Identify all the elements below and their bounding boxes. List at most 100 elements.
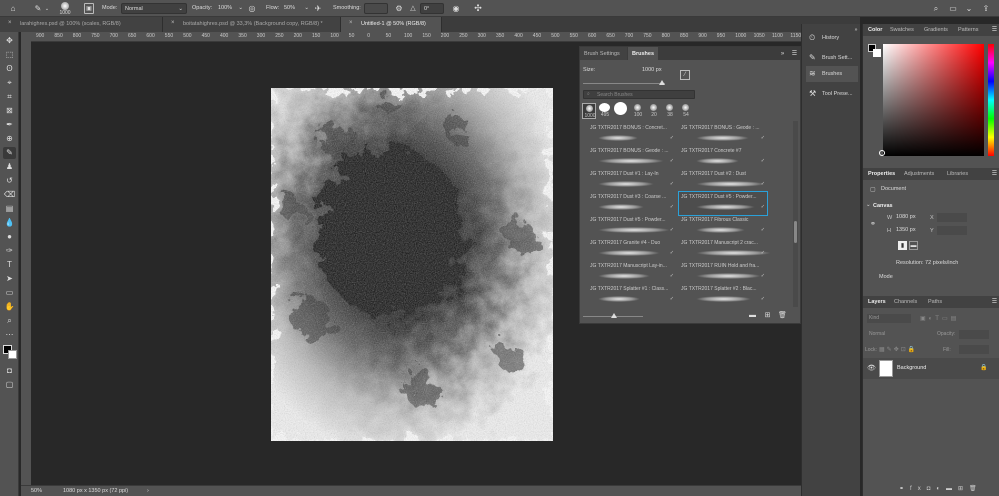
background-color-swatch[interactable] bbox=[873, 49, 881, 57]
chevron-down-icon[interactable]: ⌄ bbox=[866, 202, 871, 208]
brush-item[interactable]: JG TXTR2017 BONUS : Concret... ✓ bbox=[588, 123, 676, 146]
chevron-down-icon[interactable]: ⌄ bbox=[964, 3, 974, 14]
pen-tool-icon[interactable]: ✑ bbox=[3, 245, 16, 257]
path-select-tool-icon[interactable]: ➤ bbox=[3, 273, 16, 285]
eraser-tool-icon[interactable]: ⌫ bbox=[3, 189, 16, 201]
frame-tool-icon[interactable]: ⊠ bbox=[3, 105, 16, 117]
preset-20[interactable]: 20 bbox=[648, 103, 660, 119]
dodge-tool-icon[interactable]: ● bbox=[3, 231, 16, 243]
tab-untitled-1[interactable]: × Untitled-1 @ 50% (RGB/8) bbox=[341, 17, 442, 32]
preset-1000[interactable]: 1000 bbox=[582, 103, 596, 119]
crop-tool-icon[interactable]: ⌗ bbox=[3, 91, 16, 103]
workspace-icon[interactable]: ▭ bbox=[947, 3, 959, 14]
eye-icon[interactable]: 👁 bbox=[867, 364, 876, 372]
stamp-tool-icon[interactable]: ♟ bbox=[3, 161, 16, 173]
brush-item[interactable]: JG TXTR2017 Concrete #7 ✓ bbox=[679, 146, 767, 169]
tab-swatches[interactable]: Swatches bbox=[887, 24, 917, 36]
tab-color[interactable]: Color bbox=[865, 24, 885, 36]
tab-gradients[interactable]: Gradients bbox=[921, 24, 951, 36]
close-icon[interactable]: × bbox=[349, 20, 353, 26]
landscape-orientation-icon[interactable]: ▬ bbox=[909, 241, 918, 250]
brush-item[interactable]: JG TXTR2017 Manuscript 2 crac... ✓ bbox=[679, 238, 771, 261]
preset-38[interactable]: 38 bbox=[664, 103, 676, 119]
pressure-size-icon[interactable]: ◉ bbox=[451, 3, 461, 14]
size-slider[interactable] bbox=[583, 83, 665, 84]
quick-mask-icon[interactable]: ◘ bbox=[3, 365, 16, 377]
history-brush-tool-icon[interactable]: ↺ bbox=[3, 175, 16, 187]
brush-item[interactable]: JG TXTR2017 Manuscript Lay-in... ✓ bbox=[588, 261, 676, 284]
height-field[interactable]: 1350 px bbox=[894, 226, 924, 235]
chevron-right-icon[interactable]: › bbox=[147, 488, 149, 494]
brush-preset-picker[interactable]: 1000 bbox=[56, 1, 74, 16]
trash-icon[interactable]: 🗑 bbox=[778, 311, 787, 320]
search-icon[interactable]: ⌕ bbox=[931, 3, 941, 14]
tab-brushes[interactable]: Brushes bbox=[628, 47, 658, 60]
flow-field[interactable]: 50% ⌄ bbox=[281, 3, 309, 14]
artboard-tool-icon[interactable]: ⬚ bbox=[3, 49, 16, 61]
tab-boitatahighres[interactable]: × boitatahighres.psd @ 33,3% (Background … bbox=[163, 17, 341, 32]
hue-slider[interactable] bbox=[988, 44, 994, 156]
x-field[interactable] bbox=[937, 213, 967, 222]
layer-action-icons[interactable]: ⚭fx◘◐▬⊞🗑 bbox=[899, 485, 983, 492]
edit-toolbar-icon[interactable]: ⋯ bbox=[3, 329, 16, 341]
tab-layers[interactable]: Layers bbox=[865, 296, 889, 308]
brush-item[interactable]: JG TXTR2017 Fibrous Classic ✓ bbox=[679, 215, 767, 238]
preset-100[interactable]: 100 bbox=[632, 103, 644, 119]
brush-tool-icon[interactable]: ✎ bbox=[3, 147, 16, 159]
zoom-level[interactable]: 50% bbox=[31, 488, 42, 494]
brush-item[interactable]: JG TXTR2017 Splatter #1 : Class... ✓ bbox=[588, 284, 676, 307]
brush-settings-panel-button[interactable]: ✎ Brush Sett... bbox=[806, 50, 858, 66]
blur-tool-icon[interactable]: 💧 bbox=[3, 217, 16, 229]
fill-field[interactable] bbox=[959, 345, 989, 354]
history-panel-button[interactable]: ⏲ History bbox=[806, 30, 858, 46]
lock-icons[interactable]: ▦✎✥⊡🔒 bbox=[879, 346, 917, 353]
tab-adjustments[interactable]: Adjustments bbox=[901, 168, 937, 180]
smoothing-field[interactable] bbox=[364, 3, 388, 14]
tab-brush-settings[interactable]: Brush Settings bbox=[580, 47, 627, 60]
screen-mode-icon[interactable]: ▢ bbox=[3, 379, 16, 391]
close-icon[interactable]: × bbox=[8, 20, 12, 26]
gear-icon[interactable]: ⚙ bbox=[394, 3, 404, 14]
pressure-opacity-icon[interactable]: ◎ bbox=[247, 3, 257, 14]
hand-tool-icon[interactable]: ✋ bbox=[3, 301, 16, 313]
size-slider-handle[interactable] bbox=[659, 80, 665, 85]
panel-menu-icon[interactable]: ☰ bbox=[991, 26, 998, 34]
eyedropper-tool-icon[interactable]: ✒ bbox=[3, 119, 16, 131]
home-icon[interactable]: ⌂ bbox=[7, 3, 19, 14]
brush-edit-icon[interactable]: ⁄ bbox=[680, 70, 690, 80]
healing-brush-tool-icon[interactable]: ⊕ bbox=[3, 133, 16, 145]
panel-menu-icon[interactable]: ☰ bbox=[790, 49, 799, 58]
brush-item[interactable]: JG TXTR2017 Splatter #2 : Blac... ✓ bbox=[679, 284, 767, 307]
color-field[interactable] bbox=[883, 44, 984, 156]
layer-filter-icons[interactable]: ▣◐T▭▤ bbox=[920, 315, 959, 322]
brush-item[interactable]: JG TXTR2017 BONUS : Geode : ... ✓ bbox=[679, 123, 767, 146]
link-icon[interactable]: ⚭ bbox=[870, 220, 876, 228]
search-brushes-input[interactable]: ⌕ Search Brushes bbox=[583, 90, 695, 99]
brush-item[interactable]: JG TXTR2017 RUIN Hold and fra... ✓ bbox=[679, 261, 767, 284]
mode-dropdown[interactable]: Normal ⌄ bbox=[121, 3, 187, 14]
gradient-tool-icon[interactable]: ▤ bbox=[3, 203, 16, 215]
portrait-orientation-icon[interactable]: ▮ bbox=[898, 241, 907, 250]
angle-field[interactable]: 0° bbox=[420, 3, 444, 14]
folder-icon[interactable]: ▬ bbox=[748, 311, 757, 320]
tab-channels[interactable]: Channels bbox=[891, 296, 920, 308]
move-tool-icon[interactable]: ✥ bbox=[3, 35, 16, 47]
size-value[interactable]: 1000 px bbox=[642, 67, 662, 73]
brushes-panel-button[interactable]: ≋ Brushes bbox=[806, 66, 858, 82]
width-field[interactable]: 1080 px bbox=[894, 213, 924, 222]
tab-libraries[interactable]: Libraries bbox=[944, 168, 971, 180]
layer-row-background[interactable]: 👁 Background 🔒 bbox=[863, 358, 999, 379]
tool-presets-panel-button[interactable]: ⚒ Tool Prese... bbox=[806, 86, 858, 102]
layer-opacity-field[interactable] bbox=[959, 330, 989, 339]
tab-patterns[interactable]: Patterns bbox=[955, 24, 981, 36]
tab-larahighres[interactable]: × larahighres.psd @ 100% (scales, RGB/8) bbox=[0, 17, 163, 32]
chevron-down-icon[interactable]: ⌄ bbox=[44, 4, 50, 14]
symmetry-icon[interactable]: ✣ bbox=[473, 3, 483, 14]
preview-size-handle[interactable] bbox=[611, 313, 617, 318]
collapse-icon[interactable]: » bbox=[778, 49, 787, 58]
y-field[interactable] bbox=[937, 226, 967, 235]
tab-paths[interactable]: Paths bbox=[925, 296, 945, 308]
brush-item-selected[interactable]: JG TXTR2017 Dust #5 : Powder... ✓ bbox=[678, 191, 768, 216]
tab-properties[interactable]: Properties bbox=[865, 168, 898, 180]
document-canvas[interactable] bbox=[271, 88, 553, 441]
